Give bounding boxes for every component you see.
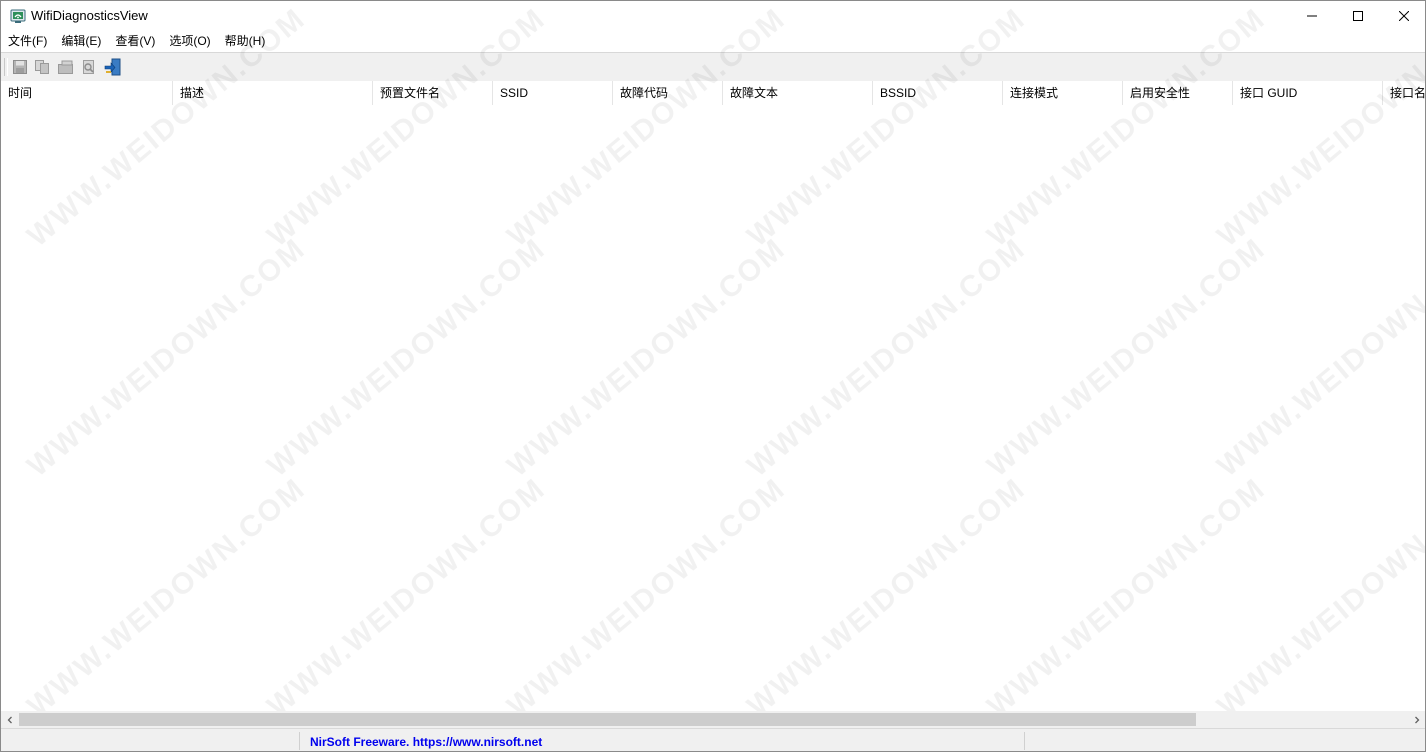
list-header: 时间 描述 预置文件名 SSID 故障代码 故障文本 BSSID 连接模式 启用… <box>1 81 1425 105</box>
scroll-right-button[interactable] <box>1408 711 1425 728</box>
column-header-failure-code[interactable]: 故障代码 <box>613 81 723 105</box>
exit-icon <box>104 58 121 76</box>
maximize-button[interactable] <box>1335 1 1381 31</box>
find-button[interactable] <box>79 57 99 77</box>
copy-icon <box>35 60 49 74</box>
menu-edit[interactable]: 编辑(E) <box>54 31 108 51</box>
title-bar[interactable]: WifiDiagnosticsView <box>1 1 1425 31</box>
close-button[interactable] <box>1381 1 1425 31</box>
menu-file[interactable]: 文件(F) <box>1 31 54 51</box>
column-header-security-enabled[interactable]: 启用安全性 <box>1123 81 1233 105</box>
save-button[interactable] <box>10 57 30 77</box>
maximize-icon <box>1353 11 1363 21</box>
minimize-button[interactable] <box>1289 1 1335 31</box>
menu-view[interactable]: 查看(V) <box>108 31 162 51</box>
app-window: WifiDiagnosticsView 文件(F) 编辑(E) 查看(V) 选项… <box>0 0 1426 752</box>
status-panel-count <box>1 732 300 750</box>
chevron-right-icon <box>1414 716 1419 723</box>
column-header-description[interactable]: 描述 <box>173 81 373 105</box>
scroll-left-button[interactable] <box>1 711 18 728</box>
properties-icon <box>58 60 73 74</box>
column-header-time[interactable]: 时间 <box>1 81 173 105</box>
find-icon <box>83 60 94 74</box>
toolbar <box>1 52 1425 82</box>
column-header-interface-name[interactable]: 接口名 <box>1383 81 1425 105</box>
horizontal-scrollbar[interactable] <box>1 711 1425 728</box>
window-title: WifiDiagnosticsView <box>31 8 148 23</box>
wifi-app-icon <box>10 8 26 24</box>
column-header-bssid[interactable]: BSSID <box>873 81 1003 105</box>
scroll-thumb[interactable] <box>19 713 1196 726</box>
status-bar: NirSoft Freeware. https://www.nirsoft.ne… <box>1 728 1425 751</box>
column-header-interface-guid[interactable]: 接口 GUID <box>1233 81 1383 105</box>
save-icon <box>13 60 27 74</box>
column-header-ssid[interactable]: SSID <box>493 81 613 105</box>
menu-bar: 文件(F) 编辑(E) 查看(V) 选项(O) 帮助(H) <box>1 31 1425 51</box>
exit-button[interactable] <box>103 57 123 77</box>
menu-help[interactable]: 帮助(H) <box>218 31 273 51</box>
toolbar-grip[interactable] <box>4 58 8 76</box>
nirsoft-link[interactable]: NirSoft Freeware. https://www.nirsoft.ne… <box>310 735 542 749</box>
column-header-connection-mode[interactable]: 连接模式 <box>1003 81 1123 105</box>
properties-button[interactable] <box>56 57 76 77</box>
column-header-failure-text[interactable]: 故障文本 <box>723 81 873 105</box>
menu-options[interactable]: 选项(O) <box>162 31 217 51</box>
diagnostics-list[interactable]: 时间 描述 预置文件名 SSID 故障代码 故障文本 BSSID 连接模式 启用… <box>1 81 1425 711</box>
close-icon <box>1399 11 1409 21</box>
column-header-profile-name[interactable]: 预置文件名 <box>373 81 493 105</box>
copy-button[interactable] <box>32 57 52 77</box>
chevron-left-icon <box>7 716 12 723</box>
minimize-icon <box>1307 15 1317 17</box>
